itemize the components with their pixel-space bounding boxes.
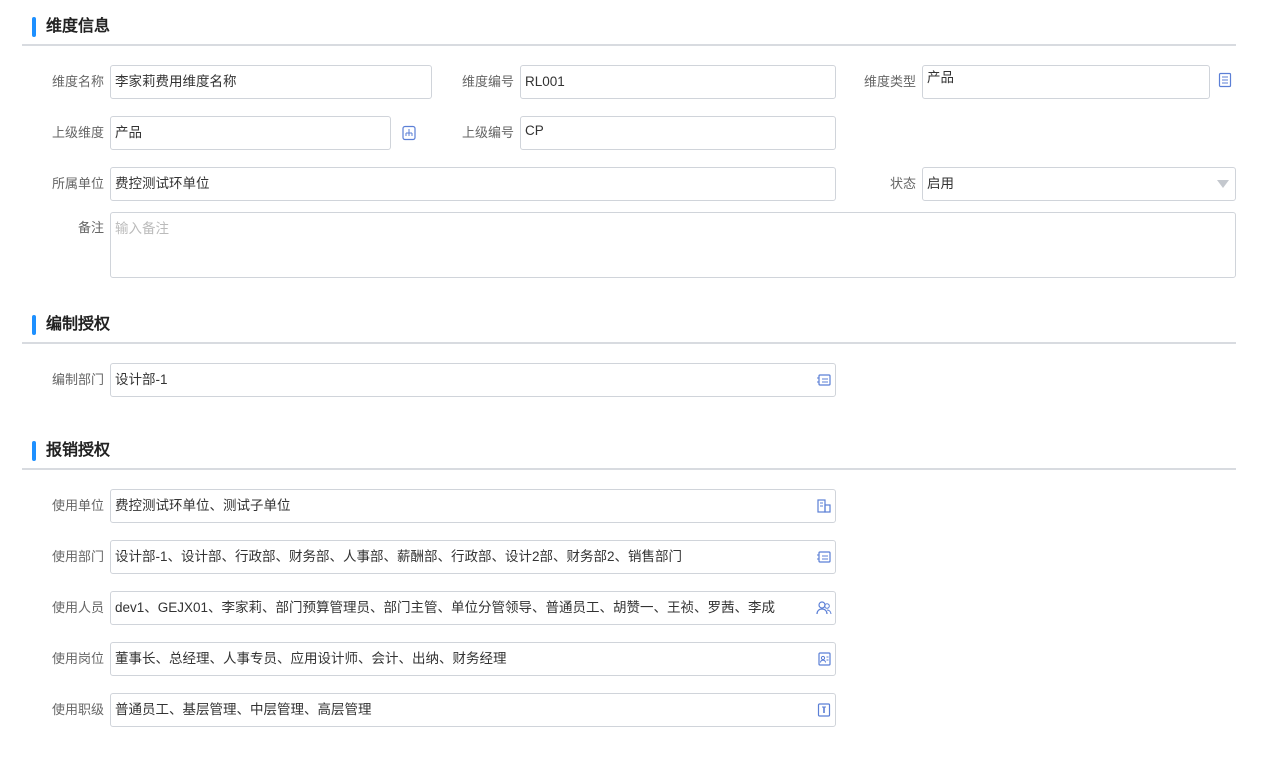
building-icon[interactable] — [816, 498, 832, 514]
department-icon[interactable] — [816, 372, 832, 388]
dimension-type-value: 产品 — [927, 70, 954, 85]
department-icon[interactable] — [816, 549, 832, 565]
use-dept-value: 设计部-1、设计部、行政部、财务部、人事部、薪酬部、行政部、设计2部、财务部2、… — [115, 549, 683, 564]
section-header-edit-auth: 编制授权 — [22, 314, 1236, 344]
remark-textarea[interactable]: 输入备注 — [110, 212, 1236, 278]
use-post-input[interactable]: 董事长、总经理、人事专员、应用设计师、会计、出纳、财务经理 — [110, 642, 836, 676]
dimension-code-value: RL001 — [525, 74, 565, 89]
edit-dept-label: 编制部门 — [51, 372, 104, 387]
users-icon[interactable] — [816, 600, 832, 616]
dimension-type-label: 维度类型 — [863, 74, 916, 89]
unit-value: 费控测试环单位 — [115, 176, 210, 191]
unit-input[interactable]: 费控测试环单位 — [110, 167, 836, 201]
rank-badge-icon[interactable] — [816, 702, 832, 718]
use-person-label: 使用人员 — [51, 600, 104, 615]
section-accent-bar — [32, 315, 36, 335]
dimension-name-label: 维度名称 — [51, 74, 104, 89]
use-post-label: 使用岗位 — [51, 651, 104, 666]
dimension-code-label: 维度编号 — [461, 74, 514, 89]
section-title: 编制授权 — [46, 316, 111, 333]
tree-select-icon[interactable] — [401, 125, 417, 141]
use-unit-label: 使用单位 — [51, 498, 104, 513]
dimension-name-value: 李家莉费用维度名称 — [115, 74, 237, 89]
remark-label: 备注 — [77, 220, 104, 235]
dimension-code-input[interactable]: RL001 — [520, 65, 836, 99]
edit-dept-input[interactable]: 设计部-1 — [110, 363, 836, 397]
section-header-dimension-info: 维度信息 — [22, 16, 1236, 46]
parent-dimension-input[interactable]: 产品 — [110, 116, 391, 150]
use-rank-value: 普通员工、基层管理、中层管理、高层管理 — [115, 702, 372, 717]
section-accent-bar — [32, 17, 36, 37]
id-card-icon[interactable] — [816, 651, 832, 667]
parent-dimension-value: 产品 — [115, 125, 142, 140]
use-dept-label: 使用部门 — [51, 549, 104, 564]
remark-placeholder: 输入备注 — [115, 221, 169, 236]
dimension-type-input[interactable]: 产品 — [922, 65, 1210, 99]
unit-label: 所属单位 — [51, 176, 104, 191]
use-dept-input[interactable]: 设计部-1、设计部、行政部、财务部、人事部、薪酬部、行政部、设计2部、财务部2、… — [110, 540, 836, 574]
edit-dept-value: 设计部-1 — [115, 372, 168, 387]
section-accent-bar — [32, 441, 36, 461]
use-rank-input[interactable]: 普通员工、基层管理、中层管理、高层管理 — [110, 693, 836, 727]
parent-code-label: 上级编号 — [461, 125, 514, 140]
status-value: 启用 — [927, 176, 954, 191]
use-person-input[interactable]: dev1、GEJX01、李家莉、部门预算管理员、部门主管、单位分管领导、普通员工… — [110, 591, 836, 625]
use-post-value: 董事长、总经理、人事专员、应用设计师、会计、出纳、财务经理 — [115, 651, 507, 666]
status-select[interactable]: 启用 — [922, 167, 1236, 201]
chevron-down-icon — [1217, 180, 1229, 188]
parent-dimension-label: 上级维度 — [51, 125, 104, 140]
use-unit-value: 费控测试环单位、测试子单位 — [115, 498, 291, 513]
list-select-icon[interactable] — [1217, 72, 1233, 88]
use-person-value: dev1、GEJX01、李家莉、部门预算管理员、部门主管、单位分管领导、普通员工… — [115, 600, 776, 615]
section-title: 报销授权 — [46, 442, 111, 459]
dimension-name-input[interactable]: 李家莉费用维度名称 — [110, 65, 432, 99]
section-title: 维度信息 — [46, 18, 111, 35]
use-rank-label: 使用职级 — [51, 702, 104, 717]
status-label: 状态 — [889, 176, 916, 191]
use-unit-input[interactable]: 费控测试环单位、测试子单位 — [110, 489, 836, 523]
parent-code-value: CP — [525, 123, 544, 138]
parent-code-input[interactable]: CP — [520, 116, 836, 150]
section-header-reimburse-auth: 报销授权 — [22, 440, 1236, 470]
